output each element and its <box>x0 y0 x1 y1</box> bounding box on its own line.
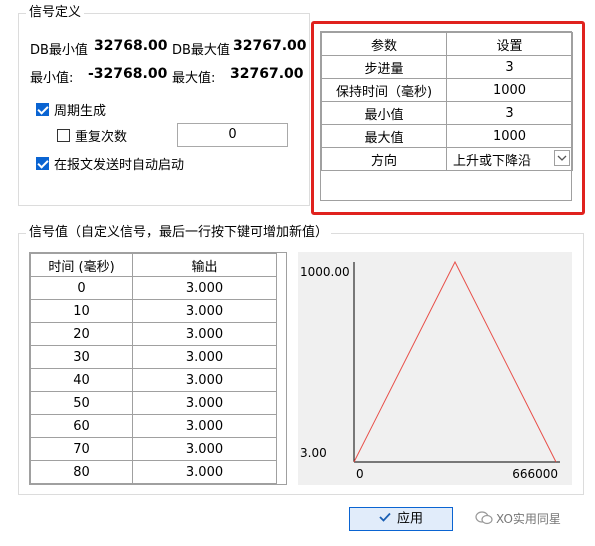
repeat-label[interactable]: 重复次数 <box>75 126 127 145</box>
params-row-step[interactable]: 步进量 3 <box>321 55 573 79</box>
chart-svg: 1000.00 3.00 0 666000 <box>300 260 560 481</box>
output-cell[interactable]: 3.000 <box>132 391 277 415</box>
table-row[interactable]: 50 3.000 <box>30 391 277 415</box>
output-cell[interactable]: 3.000 <box>132 460 277 484</box>
signal-definition-legend: 信号定义 <box>26 5 85 21</box>
output-cell[interactable]: 3.000 <box>132 322 277 346</box>
repeat-count-input[interactable]: 0 <box>177 123 288 147</box>
table-row[interactable]: 80 3.000 <box>30 460 277 484</box>
params-header-row: 参数 设置 <box>321 32 573 56</box>
param-name: 最小值 <box>321 101 447 125</box>
db-max-value: 32767.00 <box>233 38 307 54</box>
param-name: 最大值 <box>321 124 447 148</box>
param-value[interactable]: 3 <box>446 101 573 125</box>
table-row[interactable]: 0 3.000 <box>30 276 277 300</box>
db-max-label: DB最大值 <box>172 43 230 58</box>
direction-select[interactable]: 上升或下降沿 <box>446 147 573 171</box>
output-cell[interactable]: 3.000 <box>132 414 277 438</box>
params-row-min[interactable]: 最小值 3 <box>321 101 573 125</box>
time-cell[interactable]: 70 <box>30 437 133 461</box>
table-row[interactable]: 40 3.000 <box>30 368 277 392</box>
min-value: -32768.00 <box>88 66 168 82</box>
time-cell[interactable]: 0 <box>30 276 133 300</box>
params-table: 参数 设置 步进量 3 保持时间（毫秒) 1000 最小值 3 最大值 1000… <box>321 32 573 171</box>
max-label: 最大值: <box>172 71 216 86</box>
params-row-direction[interactable]: 方向 上升或下降沿 <box>321 147 573 171</box>
table-row[interactable]: 70 3.000 <box>30 437 277 461</box>
min-label: 最小值: <box>30 71 74 86</box>
params-table-box: 参数 设置 步进量 3 保持时间（毫秒) 1000 最小值 3 最大值 1000… <box>320 31 573 201</box>
wechat-icon <box>475 511 493 528</box>
signal-values-legend: 信号值（自定义信号，最后一行按下键可增加新值） <box>26 225 332 241</box>
apply-button[interactable]: 应用 <box>349 507 453 531</box>
output-cell[interactable]: 3.000 <box>132 368 277 392</box>
values-header-time: 时间 (毫秒) <box>30 253 133 277</box>
param-value[interactable]: 1000 <box>446 124 573 148</box>
table-row[interactable]: 30 3.000 <box>30 345 277 369</box>
autostart-label[interactable]: 在报文发送时自动启动 <box>54 154 184 173</box>
params-header-setting: 设置 <box>446 32 573 56</box>
table-row[interactable]: 10 3.000 <box>30 299 277 323</box>
x-tick-label-max: 666000 <box>512 467 558 481</box>
watermark: XO实用同星 <box>475 510 561 528</box>
time-cell[interactable]: 80 <box>30 460 133 484</box>
check-icon <box>379 508 391 530</box>
output-cell[interactable]: 3.000 <box>132 437 277 461</box>
chevron-down-icon[interactable] <box>554 150 570 166</box>
series-line <box>353 260 557 463</box>
param-name: 方向 <box>321 147 447 171</box>
repeat-checkbox[interactable] <box>57 129 70 142</box>
values-table: 时间 (毫秒) 输出 0 3.000 10 3.000 20 3.000 30 3.00… <box>30 253 277 484</box>
values-header-output: 输出 <box>132 253 277 277</box>
y-tick-label-min: 3.00 <box>300 446 327 460</box>
param-value[interactable]: 1000 <box>446 78 573 102</box>
param-value[interactable]: 3 <box>446 55 573 79</box>
params-row-max[interactable]: 最大值 1000 <box>321 124 573 148</box>
db-min-value: 32768.00 <box>94 38 168 54</box>
db-min-label: DB最小值 <box>30 43 88 58</box>
time-cell[interactable]: 60 <box>30 414 133 438</box>
time-cell[interactable]: 10 <box>30 299 133 323</box>
time-cell[interactable]: 30 <box>30 345 133 369</box>
values-table-box: 时间 (毫秒) 输出 0 3.000 10 3.000 20 3.000 30 3.00… <box>29 252 287 485</box>
y-tick-label-max: 1000.00 <box>300 265 350 279</box>
direction-value: 上升或下降沿 <box>453 153 532 169</box>
max-value: 32767.00 <box>230 66 304 82</box>
periodic-checkbox[interactable] <box>36 103 49 116</box>
autostart-checkbox[interactable] <box>36 157 49 170</box>
table-row[interactable]: 20 3.000 <box>30 322 277 346</box>
output-cell[interactable]: 3.000 <box>132 345 277 369</box>
values-header-row: 时间 (毫秒) 输出 <box>30 253 277 277</box>
table-row[interactable]: 60 3.000 <box>30 414 277 438</box>
param-name: 保持时间（毫秒) <box>321 78 447 102</box>
output-cell[interactable]: 3.000 <box>132 276 277 300</box>
time-cell[interactable]: 20 <box>30 322 133 346</box>
signal-chart: 1000.00 3.00 0 666000 <box>298 252 572 485</box>
params-row-hold[interactable]: 保持时间（毫秒) 1000 <box>321 78 573 102</box>
param-name: 步进量 <box>321 55 447 79</box>
output-cell[interactable]: 3.000 <box>132 299 277 323</box>
params-header-param: 参数 <box>321 32 447 56</box>
periodic-label[interactable]: 周期生成 <box>54 100 106 119</box>
apply-label: 应用 <box>396 511 423 527</box>
x-tick-label-min: 0 <box>356 467 364 481</box>
time-cell[interactable]: 40 <box>30 368 133 392</box>
time-cell[interactable]: 50 <box>30 391 133 415</box>
watermark-text: XO实用同星 <box>496 512 561 526</box>
